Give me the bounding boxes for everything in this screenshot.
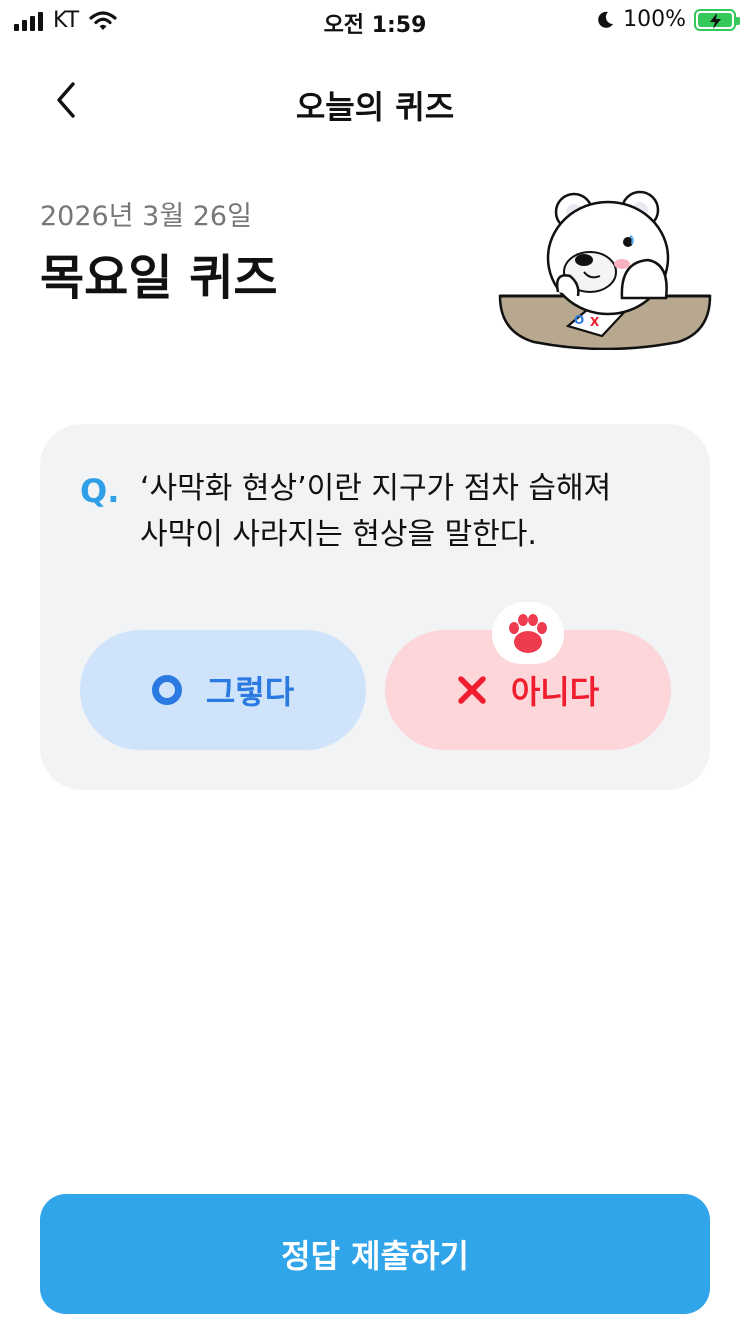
- x-mark-icon: [458, 676, 486, 704]
- submit-answer-button[interactable]: 정답 제출하기: [40, 1194, 710, 1314]
- battery-percent: 100%: [623, 7, 686, 32]
- question-line-1: ‘사막화 현상’이란 지구가 점차 습해져: [140, 471, 612, 506]
- quiz-heading: 목요일 퀴즈: [40, 250, 278, 306]
- page-title: 오늘의 퀴즈: [295, 88, 455, 126]
- answer-yes-label: 그렇다: [205, 673, 295, 711]
- question-label: Q.: [80, 472, 120, 510]
- bear-illustration: O X: [498, 190, 712, 350]
- quiz-date: 2026년 3월 26일: [40, 201, 252, 232]
- nav-header: 오늘의 퀴즈: [0, 60, 750, 140]
- quiz-card: Q. ‘사막화 현상’이란 지구가 점차 습해져 사막이 사라지는 현상을 말한…: [40, 424, 710, 790]
- circle-o-icon: [151, 675, 182, 705]
- answer-no-label: 아니다: [510, 673, 600, 711]
- status-bar: KT 오전 1:59 100%: [0, 0, 750, 40]
- answer-yes-button[interactable]: 그렇다: [80, 630, 366, 750]
- status-right: 100%: [595, 7, 740, 32]
- question-line-2: 사막이 사라지는 현상을 말한다.: [140, 517, 537, 552]
- moon-icon: [598, 11, 614, 28]
- question-text: ‘사막화 현상’이란 지구가 점차 습해져 사막이 사라지는 현상을 말한다.: [140, 466, 680, 558]
- paw-selected-icon: [492, 602, 564, 664]
- battery-charging-icon: [694, 8, 740, 31]
- card-mark-x: X: [590, 315, 600, 329]
- card-mark-o: O: [574, 313, 584, 327]
